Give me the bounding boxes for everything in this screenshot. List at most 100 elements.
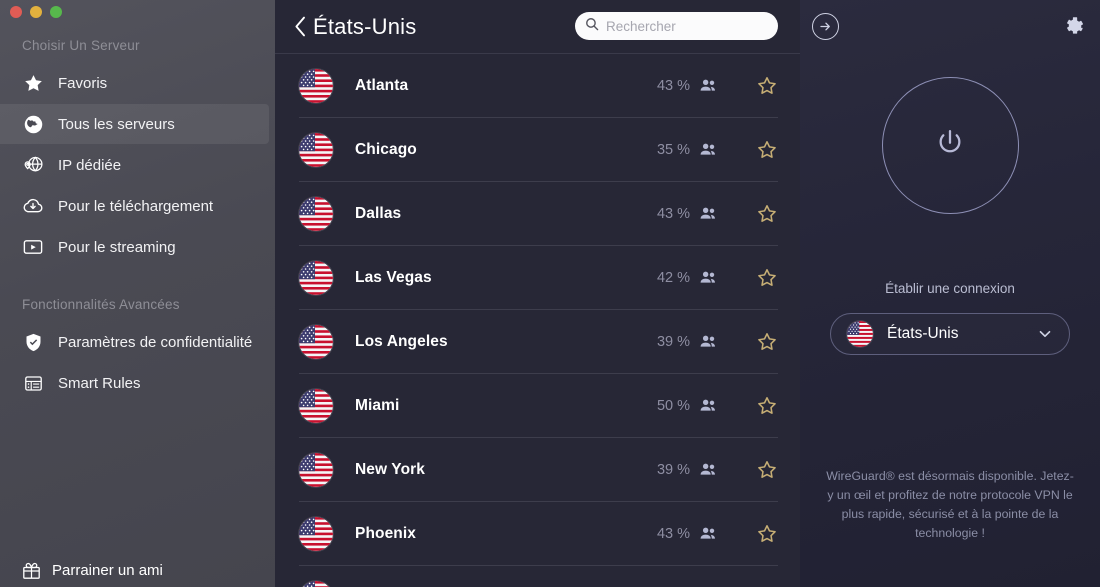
people-icon bbox=[699, 204, 718, 223]
favorite-star-icon[interactable] bbox=[756, 523, 778, 545]
sidebar-item-label: Favoris bbox=[58, 74, 108, 92]
sidebar-item-label: Paramètres de confidentialité bbox=[58, 333, 253, 351]
favorite-star-icon[interactable] bbox=[756, 203, 778, 225]
arrow-right-circle-icon[interactable] bbox=[812, 13, 839, 40]
people-icon bbox=[699, 460, 718, 479]
rules-icon bbox=[22, 372, 44, 394]
dedicated-ip-icon bbox=[22, 154, 44, 176]
selected-country-label: États-Unis bbox=[887, 325, 959, 342]
us-flag-icon bbox=[299, 581, 333, 587]
server-name: Atlanta bbox=[355, 76, 409, 94]
list-header: États-Unis bbox=[275, 0, 800, 53]
people-icon bbox=[699, 140, 718, 159]
gift-icon bbox=[20, 559, 42, 581]
referral-link[interactable]: Parrainer un ami bbox=[0, 559, 163, 581]
sidebar-item-tous-les-serveurs[interactable]: Tous les serveurs bbox=[0, 104, 269, 144]
sidebar-item-label: IP dédiée bbox=[58, 156, 122, 174]
favorite-star-icon[interactable] bbox=[756, 267, 778, 289]
cloud-download-icon bbox=[22, 195, 44, 217]
us-flag-icon bbox=[299, 132, 333, 167]
country-selector[interactable]: États-Unis bbox=[830, 313, 1070, 355]
favorite-star-icon[interactable] bbox=[756, 395, 778, 417]
server-load: 35 % bbox=[656, 141, 690, 158]
us-flag-icon bbox=[299, 196, 333, 231]
sidebar-item-parametres-de-confidentialite[interactable]: Paramètres de confidentialité bbox=[0, 322, 269, 362]
server-list-panel: États-Unis Rechercher Atlanta 43 % Chica… bbox=[275, 0, 800, 587]
server-load: 42 % bbox=[656, 269, 690, 286]
search-field[interactable] bbox=[575, 12, 778, 40]
table-row[interactable]: Las Vegas 42 % bbox=[299, 246, 778, 310]
sidebar-item-label: Smart Rules bbox=[58, 374, 141, 392]
table-row[interactable]: Atlanta 43 % bbox=[299, 54, 778, 118]
favorite-star-icon[interactable] bbox=[756, 75, 778, 97]
sidebar-item-pour-le-telechargement[interactable]: Pour le téléchargement bbox=[0, 186, 269, 226]
chevron-down-icon[interactable] bbox=[1037, 326, 1053, 342]
us-flag-icon bbox=[299, 324, 333, 359]
power-button[interactable] bbox=[881, 77, 1019, 214]
us-flag-icon bbox=[299, 516, 333, 551]
shield-check-icon bbox=[22, 331, 44, 353]
zoom-window-button[interactable] bbox=[50, 6, 62, 18]
sidebar-item-label: Pour le streaming bbox=[58, 238, 176, 256]
sidebar-section-advanced-features: Fonctionnalités Avancées bbox=[22, 297, 180, 312]
window-traffic-lights bbox=[10, 6, 62, 18]
server-name: Phoenix bbox=[355, 524, 416, 542]
promo-text: WireGuard® est désormais disponible. Jet… bbox=[826, 468, 1074, 540]
vpn-app-window: Choisir Un Serveur Favoris Tous les serv… bbox=[0, 0, 1100, 587]
us-flag-icon bbox=[299, 260, 333, 295]
server-load: 50 % bbox=[656, 397, 690, 414]
sidebar-item-label: Tous les serveurs bbox=[58, 115, 175, 133]
server-name: Los Angeles bbox=[355, 332, 448, 350]
sidebar-item-label: Pour le téléchargement bbox=[58, 197, 214, 215]
server-name: Miami bbox=[355, 396, 400, 414]
people-icon bbox=[699, 76, 718, 95]
server-load: 43 % bbox=[656, 525, 690, 542]
sidebar-item-pour-le-streaming[interactable]: Pour le streaming bbox=[0, 227, 269, 267]
people-icon bbox=[699, 524, 718, 543]
table-row-partial[interactable] bbox=[299, 566, 778, 587]
search-input[interactable] bbox=[606, 18, 768, 34]
sidebar-section-choose-server: Choisir Un Serveur bbox=[22, 38, 140, 53]
favorite-star-icon[interactable] bbox=[756, 459, 778, 481]
server-load: 43 % bbox=[656, 77, 690, 94]
minimize-window-button[interactable] bbox=[30, 6, 42, 18]
favorite-star-icon[interactable] bbox=[756, 139, 778, 161]
us-flag-icon bbox=[847, 321, 873, 347]
power-icon bbox=[933, 126, 967, 165]
referral-label: Parrainer un ami bbox=[52, 561, 163, 579]
people-icon bbox=[699, 332, 718, 351]
server-name: Chicago bbox=[355, 140, 417, 158]
table-row[interactable]: Miami 50 % bbox=[299, 374, 778, 438]
server-name: Dallas bbox=[355, 204, 402, 222]
server-load: 43 % bbox=[656, 205, 690, 222]
table-row[interactable]: Phoenix 43 % bbox=[299, 502, 778, 566]
connect-label: Établir une connexion bbox=[885, 281, 1015, 296]
us-flag-icon bbox=[299, 452, 333, 487]
sidebar-item-ip-dediee[interactable]: IP dédiée bbox=[0, 145, 269, 185]
server-name: New York bbox=[355, 460, 426, 478]
server-name: Las Vegas bbox=[355, 268, 432, 286]
chevron-left-icon[interactable] bbox=[289, 12, 311, 42]
close-window-button[interactable] bbox=[10, 6, 22, 18]
sidebar: Choisir Un Serveur Favoris Tous les serv… bbox=[0, 0, 275, 587]
connection-panel: Établir une connexion États-Unis WireGua… bbox=[800, 0, 1100, 587]
server-load: 39 % bbox=[656, 333, 690, 350]
favorite-star-icon[interactable] bbox=[756, 331, 778, 353]
table-row[interactable]: New York 39 % bbox=[299, 438, 778, 502]
star-icon bbox=[22, 72, 44, 94]
globe-icon bbox=[22, 113, 44, 135]
server-load: 39 % bbox=[656, 461, 690, 478]
power-button-container bbox=[800, 77, 1100, 214]
people-icon bbox=[699, 268, 718, 287]
table-row[interactable]: Dallas 43 % bbox=[299, 182, 778, 246]
sidebar-item-favoris[interactable]: Favoris bbox=[0, 63, 269, 103]
us-flag-icon bbox=[299, 388, 333, 423]
server-rows: Atlanta 43 % Chicago 35 % Dallas 43 % La… bbox=[275, 54, 800, 587]
search-icon bbox=[585, 17, 599, 36]
table-row[interactable]: Chicago 35 % bbox=[299, 118, 778, 182]
table-row[interactable]: Los Angeles 39 % bbox=[299, 310, 778, 374]
page-title: États-Unis bbox=[313, 13, 417, 39]
sidebar-item-smart-rules[interactable]: Smart Rules bbox=[0, 363, 269, 403]
gear-icon[interactable] bbox=[1060, 12, 1088, 40]
streaming-icon bbox=[22, 236, 44, 258]
